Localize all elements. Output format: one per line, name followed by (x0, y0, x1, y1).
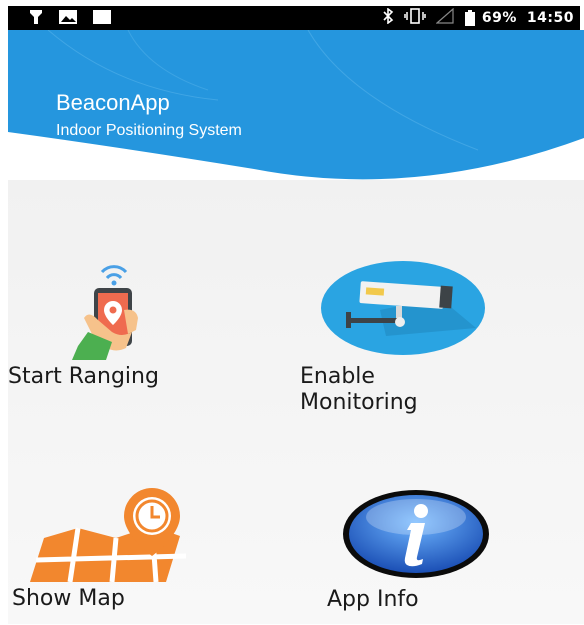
vibrate-icon (404, 8, 426, 28)
security-camera-icon (320, 260, 486, 360)
menu-grid: Start Ranging Enable Monitoring Show Map… (8, 180, 584, 624)
bluetooth-icon (382, 7, 394, 28)
start-ranging-label: Start Ranging (8, 364, 159, 389)
status-bar: 69% 14:50 (8, 6, 580, 30)
map-clock-pin-icon (26, 486, 196, 586)
app-header: BeaconApp Indoor Positioning System (8, 30, 584, 180)
flashlight-icon (28, 9, 44, 29)
battery-icon: 69% (464, 10, 517, 26)
image-icon (58, 9, 78, 29)
start-ranging-button[interactable]: Start Ranging (8, 254, 248, 394)
clock: 14:50 (526, 10, 574, 26)
info-icon (341, 489, 491, 583)
app-info-button[interactable]: App Info (323, 485, 523, 625)
signal-icon (435, 7, 454, 28)
notification-icon (92, 9, 112, 29)
enable-monitoring-button[interactable]: Enable Monitoring (298, 260, 498, 420)
phone-location-icon (64, 260, 164, 364)
battery-percent: 69% (481, 10, 517, 26)
enable-monitoring-label: Enable Monitoring (300, 364, 418, 415)
show-map-label: Show Map (12, 586, 125, 611)
app-info-label: App Info (327, 587, 419, 612)
app-title: BeaconApp (56, 90, 170, 115)
app-subtitle: Indoor Positioning System (56, 122, 242, 139)
show-map-button[interactable]: Show Map (8, 480, 248, 620)
